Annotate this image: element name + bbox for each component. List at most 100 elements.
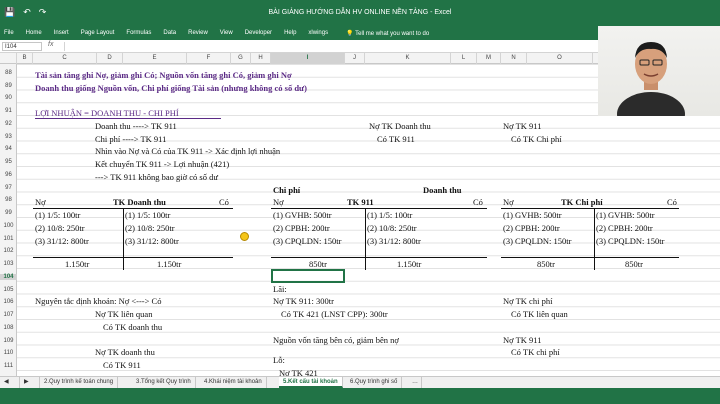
col-header[interactable]: B xyxy=(17,53,33,64)
cell-text: Lỗ: xyxy=(273,355,285,365)
cell-text: Nợ TK chi phí xyxy=(503,296,553,306)
cell-text: Nợ TK Doanh thu xyxy=(369,121,431,131)
col-header[interactable]: C xyxy=(33,53,97,64)
col-header[interactable]: D xyxy=(97,53,123,64)
t-account-debit-label: Nợ xyxy=(273,197,284,207)
sheet-tab[interactable]: 3.Tổng kết Quy trình xyxy=(132,377,196,388)
cell-text: Có TK Chi phí xyxy=(511,134,562,144)
row-header[interactable]: 108 xyxy=(0,325,17,331)
t-account-title: TK Doanh thu xyxy=(113,197,166,207)
row-header[interactable]: 95 xyxy=(0,159,17,165)
tab-xlwings[interactable]: xlwings xyxy=(308,30,328,36)
col-header[interactable]: L xyxy=(451,53,477,64)
t-account-debit-label: Nợ xyxy=(35,197,46,207)
col-header[interactable]: F xyxy=(187,53,231,64)
cell-text: 850tr xyxy=(625,259,643,269)
tab-file[interactable]: File xyxy=(4,30,14,36)
tab-home[interactable]: Home xyxy=(26,30,42,36)
cell-text: Có TK 421 (LNST CPP): 300tr xyxy=(281,309,388,319)
row-header[interactable]: 105 xyxy=(0,287,17,293)
row-header[interactable]: 88 xyxy=(0,70,17,76)
redo-icon[interactable]: ↷ xyxy=(39,7,47,18)
col-header[interactable]: K xyxy=(365,53,451,64)
row-header[interactable]: 107 xyxy=(0,312,17,318)
cell-text: Doanh thu ----> TK 911 xyxy=(95,121,177,131)
col-header[interactable]: J xyxy=(345,53,365,64)
row-header[interactable]: 93 xyxy=(0,134,17,140)
cell-text: (2) CPBH: 200tr xyxy=(596,223,653,233)
scroll-tabs-left-icon[interactable]: ◀ xyxy=(0,377,20,388)
sheet-tab[interactable]: 4.Khái niệm tài khoản xyxy=(200,377,267,388)
col-header[interactable]: M xyxy=(477,53,501,64)
col-header[interactable]: N xyxy=(501,53,527,64)
cell-text: (3) CPQLDN: 150tr xyxy=(596,236,665,246)
more-tabs-icon[interactable]: … xyxy=(408,377,422,388)
cell-text: ---> TK 911 không bao giờ có số dư xyxy=(95,172,218,182)
tab-page-layout[interactable]: Page Layout xyxy=(81,30,115,36)
formula-input[interactable] xyxy=(64,42,594,51)
row-header[interactable]: 91 xyxy=(0,108,17,114)
col-header-selected[interactable]: I xyxy=(271,53,345,64)
row-header[interactable]: 110 xyxy=(0,350,17,356)
sheet-tab[interactable]: 6.Quy trình ghi số xyxy=(346,377,403,388)
sheet-tab[interactable]: 2.Quy trình kế toán chung xyxy=(40,377,119,388)
mouse-cursor-icon xyxy=(240,232,249,241)
scroll-tabs-right-icon[interactable]: ▶ xyxy=(20,377,40,388)
row-header[interactable]: 96 xyxy=(0,172,17,178)
t-account-credit-label: Có xyxy=(219,197,229,207)
cell-text: (1) 1/5: 100tr xyxy=(367,210,413,220)
name-box[interactable]: I104 xyxy=(2,42,42,51)
fx-icon[interactable]: fx xyxy=(48,41,53,48)
col-header[interactable]: O xyxy=(527,53,593,64)
row-header[interactable]: 98 xyxy=(0,197,17,203)
row-header[interactable]: 102 xyxy=(0,248,17,254)
cell-text: 1.150tr xyxy=(397,259,422,269)
status-bar xyxy=(0,388,720,404)
row-header[interactable]: 100 xyxy=(0,223,17,229)
row-header[interactable]: 101 xyxy=(0,236,17,242)
col-header[interactable]: H xyxy=(251,53,271,64)
tab-formulas[interactable]: Formulas xyxy=(126,30,151,36)
t-account-title: TK 911 xyxy=(347,197,374,207)
row-header-selected[interactable]: 104 xyxy=(0,274,17,280)
cell-text: (3) 31/12: 800tr xyxy=(367,236,421,246)
tab-view[interactable]: View xyxy=(220,30,233,36)
row-header[interactable]: 106 xyxy=(0,299,17,305)
underline xyxy=(35,118,221,119)
cell-text: Chi phí xyxy=(273,185,301,195)
row-header[interactable]: 99 xyxy=(0,210,17,216)
cell-text: Nợ TK doanh thu xyxy=(95,347,155,357)
row-header[interactable]: 92 xyxy=(0,121,17,127)
row-header[interactable]: 90 xyxy=(0,95,17,101)
row-header[interactable]: 109 xyxy=(0,338,17,344)
tell-me-box[interactable]: 💡 Tell me what you want to do xyxy=(346,30,441,37)
cell-text: (1) 1/5: 100tr xyxy=(35,210,81,220)
tab-review[interactable]: Review xyxy=(188,30,208,36)
t-account-line xyxy=(594,208,595,270)
tab-data[interactable]: Data xyxy=(163,30,176,36)
sheet-tab-active[interactable]: 5.Kết cấu tài khoản xyxy=(279,377,343,388)
selected-cell[interactable] xyxy=(271,269,345,283)
cell-text: (3) CPQLDN: 150tr xyxy=(273,236,342,246)
row-header[interactable]: 89 xyxy=(0,83,17,89)
tell-me-label: Tell me what you want to do xyxy=(355,30,430,37)
cell-text: Nguyên tắc định khoản: Nợ <---> Có xyxy=(35,296,162,306)
row-header[interactable]: 111 xyxy=(0,363,17,369)
undo-icon[interactable]: ↶ xyxy=(23,7,31,18)
cell-text: (1) GVHB: 500tr xyxy=(503,210,562,220)
cell-text: Nhìn vào Nợ và Có của TK 911 -> Xác định… xyxy=(95,146,281,156)
cell-text: Doanh thu giống Nguồn vốn, Chi phí giống… xyxy=(35,83,307,93)
col-header[interactable]: G xyxy=(231,53,251,64)
row-header[interactable]: 103 xyxy=(0,261,17,267)
tab-help[interactable]: Help xyxy=(284,30,296,36)
col-header[interactable]: E xyxy=(123,53,187,64)
cell-text: (2) CPBH: 200tr xyxy=(273,223,330,233)
tab-developer[interactable]: Developer xyxy=(245,30,272,36)
row-header[interactable]: 97 xyxy=(0,185,17,191)
cell-text: (1) 1/5: 100tr xyxy=(125,210,171,220)
presenter-video xyxy=(617,42,685,116)
select-all-corner[interactable] xyxy=(0,53,17,64)
row-header[interactable]: 94 xyxy=(0,146,17,152)
save-icon[interactable]: 💾 xyxy=(4,7,15,18)
tab-insert[interactable]: Insert xyxy=(54,30,69,36)
